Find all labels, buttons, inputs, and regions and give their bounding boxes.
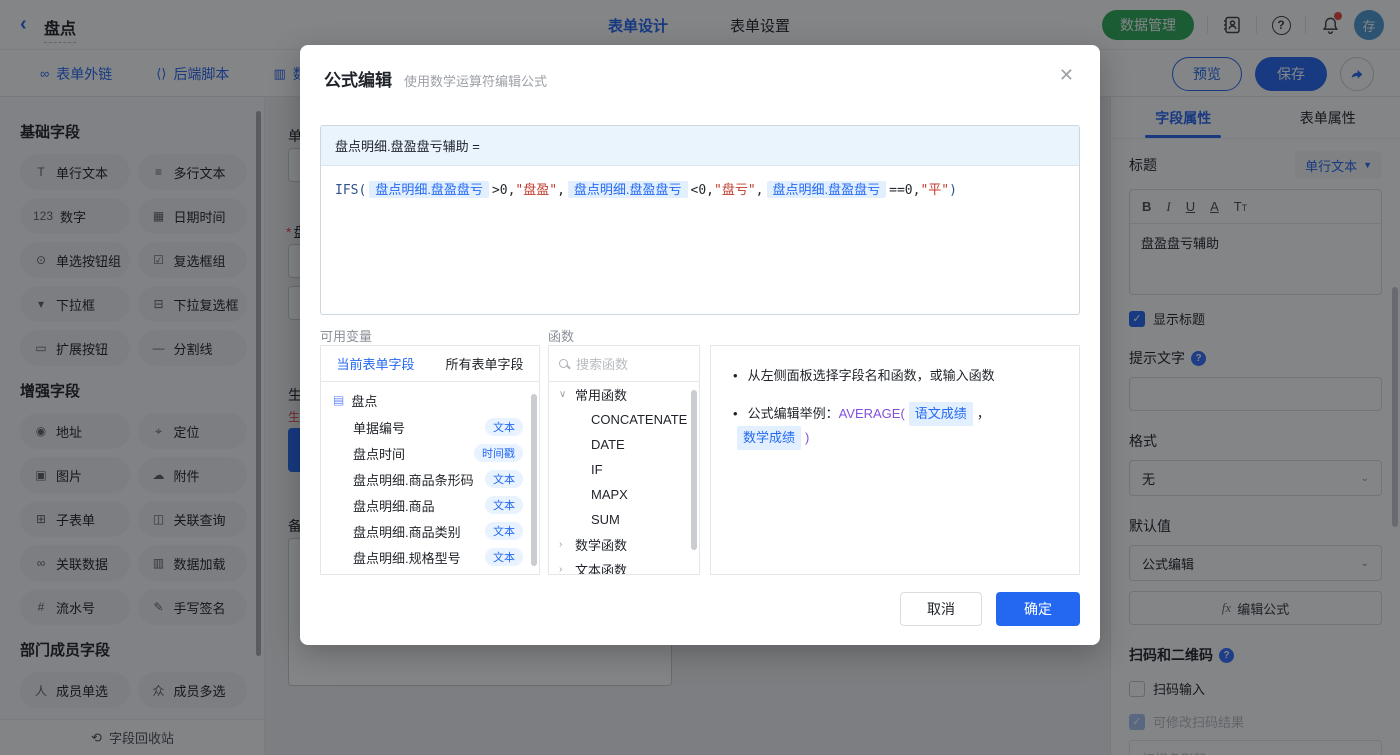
bullet-icon: • (733, 403, 738, 425)
function-tree-row[interactable]: › 数学函数 (549, 532, 699, 557)
variables-root-node[interactable]: ▤ 盘点 (321, 386, 539, 414)
function-name: CONCATENATE (591, 412, 687, 427)
function-tree-row[interactable]: DATE (549, 432, 699, 457)
modal-title: 公式编辑 (324, 66, 392, 91)
function-name: 常用函数 (575, 385, 627, 404)
document-icon: ▤ (333, 393, 344, 407)
functions-label: 函数 (548, 326, 574, 345)
chevron-icon: ∨ (559, 389, 569, 400)
cancel-button[interactable]: 取消 (900, 592, 982, 626)
formula-token[interactable]: 盘点明细.盘盈盘亏 (767, 181, 887, 198)
functions-tree: ∨ 常用函数 CONCATENATE DATE IF MAPX (549, 382, 699, 575)
function-tree-row[interactable]: MAPX (549, 482, 699, 507)
function-tree-row[interactable]: CONCATENATE (549, 407, 699, 432)
variable-row[interactable]: 盘点时间 时间戳 (321, 440, 539, 466)
formula-token[interactable]: <0, (691, 183, 714, 198)
formula-token[interactable]: 盘点明细.盘盈盘亏 (568, 181, 688, 198)
function-search[interactable]: 搜索函数 (549, 346, 699, 382)
formula-editor: 盘点明细.盘盈盘亏辅助 = IFS(盘点明细.盘盈盘亏>0,"盘盈",盘点明细.… (320, 125, 1080, 315)
function-tree-row[interactable]: › 文本函数 (549, 557, 699, 575)
variables-list: 单据编号 文本 盘点时间 时间戳 盘点明细.商品条形码 文本 盘点明细.商品 文… (321, 414, 539, 570)
variable-row[interactable]: 盘点明细.规格型号 文本 (321, 544, 539, 570)
variables-scrollbar[interactable] (531, 394, 537, 566)
search-icon (559, 359, 568, 368)
formula-token[interactable]: "盘盈" (515, 183, 557, 198)
functions-scrollbar[interactable] (691, 390, 697, 550)
functions-panel: 搜索函数 ∨ 常用函数 CONCATENATE DATE IF (548, 345, 700, 575)
variables-label: 可用变量 (320, 326, 372, 345)
example-comma: ， (977, 403, 990, 425)
example-field-chip: 数学成绩 (737, 426, 801, 450)
variable-type-badge: 文本 (485, 470, 523, 488)
modal-subtitle: 使用数学运算符编辑公式 (404, 71, 547, 90)
formula-token[interactable]: "盘亏" (714, 183, 756, 198)
app-root: ‹ 盘点 表单设计 表单设置 数据管理 ? (0, 0, 1400, 755)
tab-current-form-fields[interactable]: 当前表单字段 (321, 346, 430, 381)
variable-type-badge: 时间戳 (474, 444, 523, 462)
variable-row[interactable]: 单据编号 文本 (321, 414, 539, 440)
formula-token[interactable]: ==0, (889, 183, 920, 198)
variable-type-badge: 文本 (485, 522, 523, 540)
variable-type-badge: 文本 (485, 418, 523, 436)
formula-token[interactable]: ) (949, 183, 957, 198)
variables-tabs: 当前表单字段 所有表单字段 (321, 346, 539, 382)
formula-input[interactable]: IFS(盘点明细.盘盈盘亏>0,"盘盈",盘点明细.盘盈盘亏<0,"盘亏",盘点… (321, 166, 1079, 215)
chevron-icon: › (559, 564, 569, 575)
function-tree-row[interactable]: ∨ 常用函数 (549, 382, 699, 407)
bullet-icon: • (733, 365, 738, 387)
formula-token[interactable]: "平" (920, 183, 949, 198)
formula-target: 盘点明细.盘盈盘亏辅助 = (321, 126, 1079, 166)
variable-name: 盘点时间 (353, 444, 405, 463)
example-function-open: AVERAGE( (839, 403, 905, 425)
variables-panel: 当前表单字段 所有表单字段 ▤ 盘点 单据编号 文本 盘点时间 时间戳 盘点明细… (320, 345, 540, 575)
modal-header: 公式编辑 使用数学运算符编辑公式 (300, 45, 1100, 91)
function-name: 文本函数 (575, 560, 627, 575)
function-name: IF (591, 462, 603, 477)
help-line-1: • 从左侧面板选择字段名和函数，或输入函数 (733, 365, 1057, 387)
function-tree-row[interactable]: SUM (549, 507, 699, 532)
formula-token[interactable]: IFS( (335, 183, 366, 198)
formula-editor-modal: 公式编辑 使用数学运算符编辑公式 ✕ 盘点明细.盘盈盘亏辅助 = IFS(盘点明… (300, 45, 1100, 645)
function-name: SUM (591, 512, 620, 527)
example-function-close: ) (805, 427, 809, 449)
function-name: DATE (591, 437, 625, 452)
formula-token[interactable]: 盘点明细.盘盈盘亏 (369, 181, 489, 198)
function-name: 数学函数 (575, 535, 627, 554)
variable-row[interactable]: 盘点明细.商品条形码 文本 (321, 466, 539, 492)
variable-name: 盘点明细.商品条形码 (353, 470, 474, 489)
variable-row[interactable]: 盘点明细.商品 文本 (321, 492, 539, 518)
formula-token[interactable]: , (557, 183, 565, 198)
function-tree-row[interactable]: IF (549, 457, 699, 482)
tab-all-form-fields[interactable]: 所有表单字段 (430, 346, 539, 381)
example-field-chip: 语文成绩 (909, 402, 973, 426)
formula-help-panel: • 从左侧面板选择字段名和函数，或输入函数 • 公式编辑举例： AVERAGE(… (710, 345, 1080, 575)
function-search-placeholder: 搜索函数 (576, 354, 628, 373)
function-name: MAPX (591, 487, 628, 502)
variable-name: 盘点明细.规格型号 (353, 548, 461, 567)
variable-name: 盘点明细.商品 (353, 496, 435, 515)
variable-name: 盘点明细.商品类别 (353, 522, 461, 541)
confirm-button[interactable]: 确定 (996, 592, 1080, 626)
variable-name: 单据编号 (353, 418, 405, 437)
formula-token[interactable]: >0, (492, 183, 515, 198)
help-line-2: • 公式编辑举例： AVERAGE( 语文成绩 ， 数学成绩 ) (733, 402, 1057, 450)
close-icon[interactable]: ✕ (1059, 65, 1074, 86)
modal-footer: 取消 确定 (900, 592, 1080, 626)
variable-row[interactable]: 盘点明细.商品类别 文本 (321, 518, 539, 544)
formula-token[interactable]: , (756, 183, 764, 198)
variable-type-badge: 文本 (485, 548, 523, 566)
chevron-icon: › (559, 539, 569, 550)
variable-type-badge: 文本 (485, 496, 523, 514)
variables-root-label: 盘点 (351, 391, 377, 410)
